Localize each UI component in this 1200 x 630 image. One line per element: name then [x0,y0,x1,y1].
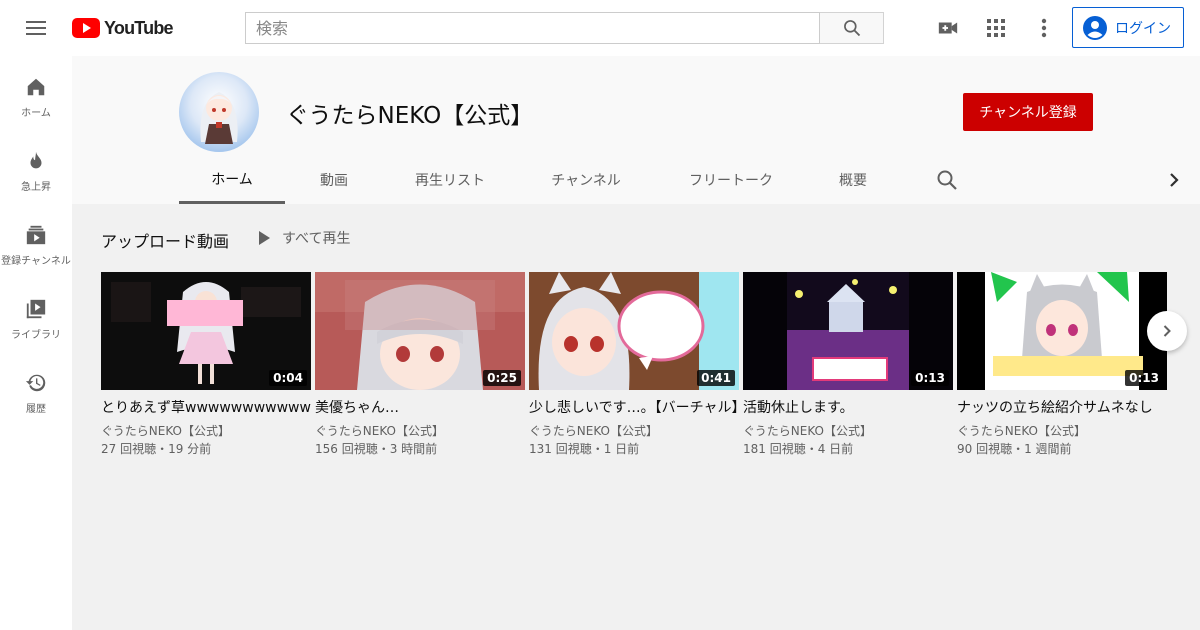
video-card[interactable]: 0:04 とりあえず草wwwwwwwwwww ぐうたらNEKO【公式】 27 回… [101,272,311,458]
apps-grid-icon [987,19,1005,37]
video-thumbnail[interactable]: 0:13 [957,272,1167,390]
subscriptions-icon [26,225,46,245]
video-stats: 181 回視聴・4 日前 [743,442,854,456]
video-channel-name[interactable]: ぐうたらNEKO【公式】 [743,422,953,440]
sidebar-item-history[interactable]: 履歴 [0,352,72,426]
sidebar-item-home[interactable]: ホーム [0,56,72,130]
sidebar-item-label: ライブラリ [11,330,61,341]
video-channel-name[interactable]: ぐうたらNEKO【公式】 [101,422,311,440]
video-channel-name[interactable]: ぐうたらNEKO【公式】 [529,422,739,440]
video-thumbnail[interactable]: 0:41 [529,272,739,390]
left-nav: ホーム 急上昇 登録チャンネル ライブラリ 履歴 [0,56,72,630]
tab-home[interactable]: ホーム [179,156,285,204]
logo-text: YouTube [104,17,174,38]
login-button[interactable]: ログイン [1072,7,1184,48]
chevron-right-icon[interactable] [1162,168,1186,192]
history-icon [25,374,46,392]
sidebar-item-library[interactable]: ライブラリ [0,278,72,352]
video-card[interactable]: 0:13 ナッツの立ち絵紹介サムネなし ぐうたらNEKO【公式】 90 回視聴・… [957,272,1167,458]
youtube-logo[interactable]: YouTube [72,16,174,40]
tab-free-talk[interactable]: フリートーク [679,156,783,204]
video-camera-plus-icon [938,22,958,34]
sidebar-item-subscriptions[interactable]: 登録チャンネル [0,204,72,278]
chevron-right-icon [1163,325,1171,337]
login-label: ログイン [1115,20,1171,37]
video-card[interactable]: 0:41 少し悲しいです…。【バーチャル】 ぐうたらNEKO【公式】 131 回… [529,272,739,458]
channel-title: ぐうたらNEKO【公式】 [286,103,534,129]
search-icon [843,20,860,37]
video-card[interactable]: 0:13 活動休止します。 ぐうたらNEKO【公式】 181 回視聴・4 日前 [743,272,953,458]
video-title[interactable]: ナッツの立ち絵紹介サムネなし [957,400,1167,416]
youtube-play-icon [72,18,100,38]
avatar-image [200,92,238,144]
search-bar [245,12,884,44]
video-duration: 0:13 [1125,370,1163,386]
video-card[interactable]: 0:25 美優ちゃん… ぐうたらNEKO【公式】 156 回視聴・3 時間前 [315,272,525,458]
video-duration: 0:41 [697,370,735,386]
home-icon [27,78,45,96]
subscribe-button[interactable]: チャンネル登録 [963,93,1093,131]
channel-avatar[interactable] [179,72,259,152]
settings-more-button[interactable] [1032,16,1056,40]
sidebar-item-label: ホーム [21,108,51,119]
video-duration: 0:04 [269,370,307,386]
video-channel-name[interactable]: ぐうたらNEKO【公式】 [957,422,1167,440]
video-duration: 0:25 [483,370,521,386]
top-bar: YouTube ログイン [0,0,1200,56]
video-stats: 90 回視聴・1 週間前 [957,442,1072,456]
video-thumbnail[interactable]: 0:25 [315,272,525,390]
video-thumbnail[interactable]: 0:04 [101,272,311,390]
menu-icon-line [26,27,46,29]
sidebar-item-trending[interactable]: 急上昇 [0,130,72,204]
menu-icon-line [26,21,46,23]
sidebar-item-label: 履歴 [26,404,46,415]
video-title[interactable]: とりあえず草wwwwwwwwwww [101,400,311,416]
video-duration: 0:13 [911,370,949,386]
sidebar-item-label: 登録チャンネル [1,256,71,267]
create-video-button[interactable] [936,16,960,40]
sidebar-item-label: 急上昇 [21,182,51,193]
tab-videos[interactable]: 動画 [299,156,369,204]
video-stats: 131 回視聴・1 日前 [529,442,640,456]
play-icon [259,231,270,245]
account-circle-icon [1083,15,1107,40]
fire-icon [30,151,42,169]
tab-about[interactable]: 概要 [825,156,881,204]
carousel-next-button[interactable] [1147,311,1187,351]
video-title[interactable]: 美優ちゃん… [315,400,525,416]
video-title[interactable]: 少し悲しいです…。【バーチャル】 [529,400,739,416]
menu-icon-line [26,33,46,35]
video-stats: 27 回視聴・19 分前 [101,442,212,456]
library-icon [26,299,46,319]
tab-playlists[interactable]: 再生リスト [405,156,495,204]
play-all-label: すべて再生 [282,231,351,247]
video-title[interactable]: 活動休止します。 [743,400,953,416]
tab-channels[interactable]: チャンネル [541,156,631,204]
search-input[interactable] [245,12,820,44]
apps-button[interactable] [984,16,1008,40]
channel-header: ぐうたらNEKO【公式】 チャンネル登録 ホーム 動画 再生リスト チャンネル … [72,56,1200,204]
video-stats: 156 回視聴・3 時間前 [315,442,438,456]
play-all-button[interactable]: すべて再生 [256,226,350,250]
search-button[interactable] [820,12,884,44]
menu-button[interactable] [20,12,52,44]
more-vert-icon [1041,18,1047,38]
channel-search-icon[interactable] [935,168,959,192]
video-channel-name[interactable]: ぐうたらNEKO【公式】 [315,422,525,440]
video-thumbnail[interactable]: 0:13 [743,272,953,390]
section-title[interactable]: アップロード動画 [101,228,229,252]
